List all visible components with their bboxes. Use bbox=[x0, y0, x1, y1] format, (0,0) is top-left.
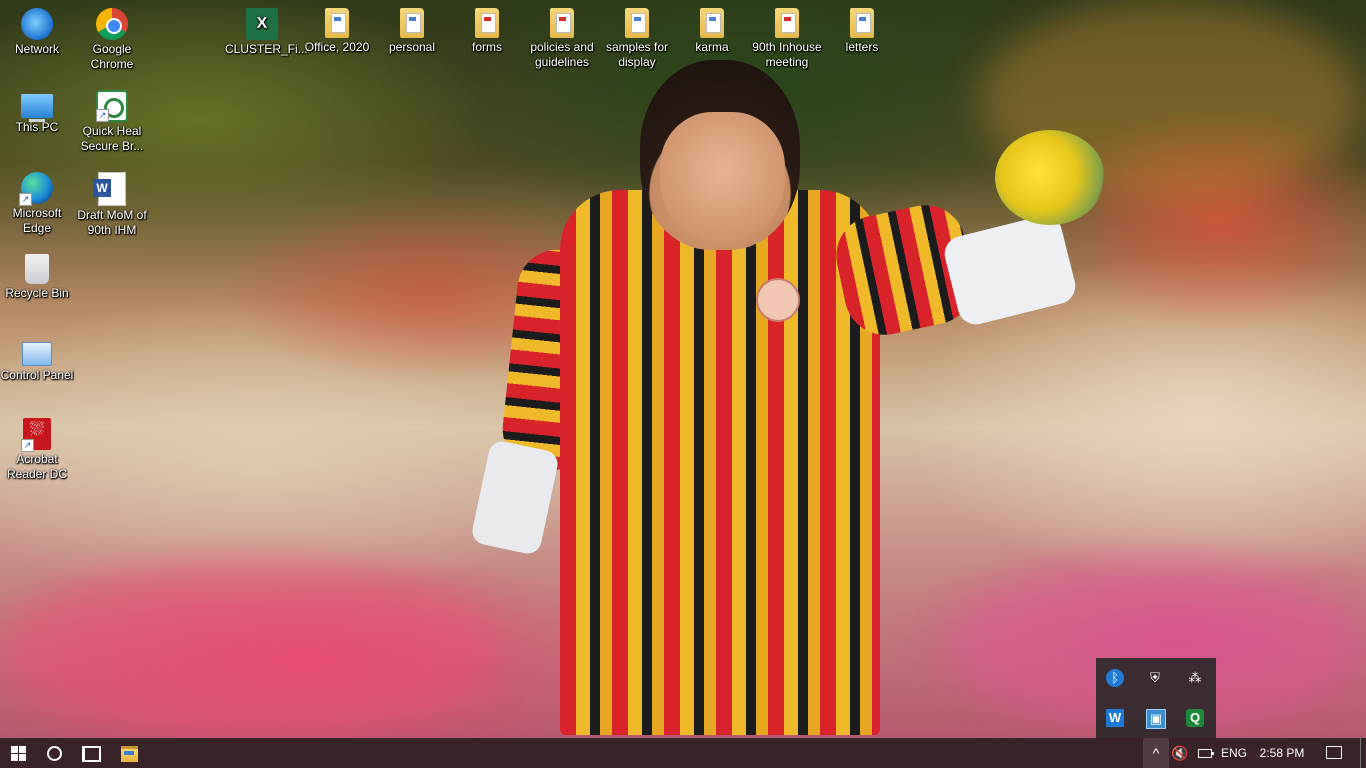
folder-icon bbox=[325, 8, 349, 38]
desktop-wallpaper bbox=[0, 0, 1366, 738]
icon-label: Network bbox=[14, 42, 59, 56]
icon-label: forms bbox=[472, 40, 502, 54]
battery-button[interactable] bbox=[1192, 738, 1216, 768]
desktop-icon-personal[interactable]: personal bbox=[375, 8, 449, 55]
icon-label: This PC bbox=[15, 120, 59, 134]
app-dots-icon[interactable]: ⁂ bbox=[1186, 669, 1204, 687]
folder-icon bbox=[550, 8, 574, 38]
icon-label: Recycle Bin bbox=[5, 286, 69, 300]
desktop-icon-90th-inhouse[interactable]: 90th Inhouse meeting bbox=[750, 8, 824, 70]
desktop-icon-letters[interactable]: letters bbox=[825, 8, 899, 55]
chevron-up-icon: ^ bbox=[1152, 745, 1160, 761]
icon-label: Office, 2020 bbox=[304, 40, 370, 54]
network-icon bbox=[21, 8, 53, 40]
file-explorer-button[interactable] bbox=[110, 738, 148, 768]
folder-icon bbox=[625, 8, 649, 38]
search-icon bbox=[47, 746, 62, 761]
folder-icon bbox=[400, 8, 424, 38]
battery-icon bbox=[1198, 749, 1214, 758]
bluetooth-icon[interactable]: ᛒ bbox=[1106, 669, 1124, 687]
acrobat-icon bbox=[21, 418, 51, 452]
action-center-button[interactable] bbox=[1318, 738, 1348, 768]
desktop-icon-chrome[interactable]: Google Chrome bbox=[75, 8, 149, 72]
desktop-icon-edge[interactable]: Microsoft Edge bbox=[0, 172, 74, 236]
icon-label: Control Panel bbox=[0, 368, 74, 382]
icon-label: Google Chrome bbox=[90, 42, 134, 71]
icon-label: 90th Inhouse meeting bbox=[752, 40, 822, 69]
task-view-button[interactable] bbox=[72, 738, 108, 768]
folder-icon bbox=[775, 8, 799, 38]
icon-label: Microsoft Edge bbox=[12, 206, 62, 235]
folder-icon bbox=[700, 8, 724, 38]
desktop-icon-cluster-file[interactable]: X CLUSTER_Fi... bbox=[225, 8, 308, 57]
volume-button[interactable]: 🔇 bbox=[1168, 738, 1192, 768]
taskbar: ^ 🔇 ENG 2:58 PM bbox=[0, 738, 1366, 768]
remote-monitor-icon[interactable]: ▣ bbox=[1146, 709, 1166, 729]
desktop-icon-karma[interactable]: karma bbox=[675, 8, 749, 55]
icon-label: karma bbox=[695, 40, 729, 54]
show-desktop-button[interactable] bbox=[1360, 738, 1366, 768]
show-hidden-icons-button[interactable]: ^ bbox=[1143, 738, 1169, 768]
desktop-icon-policies[interactable]: policies and guidelines bbox=[525, 8, 599, 70]
edge-icon bbox=[19, 172, 53, 206]
desktop-icon-acrobat[interactable]: Acrobat Reader DC bbox=[0, 418, 74, 482]
desktop-icon-forms[interactable]: forms bbox=[450, 8, 524, 55]
notifications-icon bbox=[1326, 746, 1342, 759]
icon-label: CLUSTER_Fi... bbox=[225, 42, 308, 56]
w-app-icon[interactable]: W bbox=[1106, 709, 1124, 727]
quick-heal-icon bbox=[96, 90, 128, 122]
icon-label: letters bbox=[845, 40, 879, 54]
desktop-icon-quick-heal[interactable]: Quick Heal Secure Br... bbox=[75, 90, 149, 154]
speaker-muted-icon: 🔇 bbox=[1171, 745, 1189, 761]
control-panel-icon bbox=[22, 342, 52, 366]
folder-icon bbox=[850, 8, 874, 38]
start-button[interactable] bbox=[0, 738, 36, 768]
tray-overflow-popup: ᛒ ⛨ ⁂ W ▣ Q bbox=[1096, 658, 1216, 738]
search-button[interactable] bbox=[36, 738, 72, 768]
desktop-icon-control-panel[interactable]: Control Panel bbox=[0, 336, 74, 383]
folder-icon bbox=[475, 8, 499, 38]
language-indicator[interactable]: ENG bbox=[1216, 738, 1252, 768]
desktop-icon-recycle-bin[interactable]: Recycle Bin bbox=[0, 254, 74, 301]
word-document-icon bbox=[93, 172, 126, 206]
desktop-icon-samples[interactable]: samples for display bbox=[600, 8, 674, 70]
desktop-icon-draft-mom[interactable]: Draft MoM of 90th IHM bbox=[75, 172, 149, 238]
clock[interactable]: 2:58 PM bbox=[1254, 738, 1310, 768]
desktop-icon-network[interactable]: Network bbox=[0, 8, 74, 57]
quick-heal-tray-icon[interactable]: Q bbox=[1186, 709, 1204, 727]
chrome-icon bbox=[96, 8, 128, 40]
desktop-icon-office-2020[interactable]: Office, 2020 bbox=[300, 8, 374, 55]
computer-icon bbox=[21, 94, 53, 122]
start-icon bbox=[11, 746, 26, 761]
icon-label: Acrobat Reader DC bbox=[6, 452, 68, 481]
file-explorer-icon bbox=[121, 746, 138, 762]
excel-file-icon: X bbox=[246, 8, 278, 40]
clock-time: 2:58 PM bbox=[1259, 746, 1305, 760]
icon-label: Quick Heal Secure Br... bbox=[80, 124, 144, 153]
security-shield-icon[interactable]: ⛨ bbox=[1146, 669, 1164, 687]
icon-label: personal bbox=[388, 40, 436, 54]
task-view-icon bbox=[82, 746, 101, 762]
language-label: ENG bbox=[1220, 746, 1247, 760]
desktop-icon-this-pc[interactable]: This PC bbox=[0, 90, 74, 135]
recycle-bin-icon bbox=[25, 254, 49, 284]
icon-label: Draft MoM of 90th IHM bbox=[77, 208, 147, 237]
icon-label: samples for display bbox=[605, 40, 669, 69]
icon-label: policies and guidelines bbox=[530, 40, 594, 69]
